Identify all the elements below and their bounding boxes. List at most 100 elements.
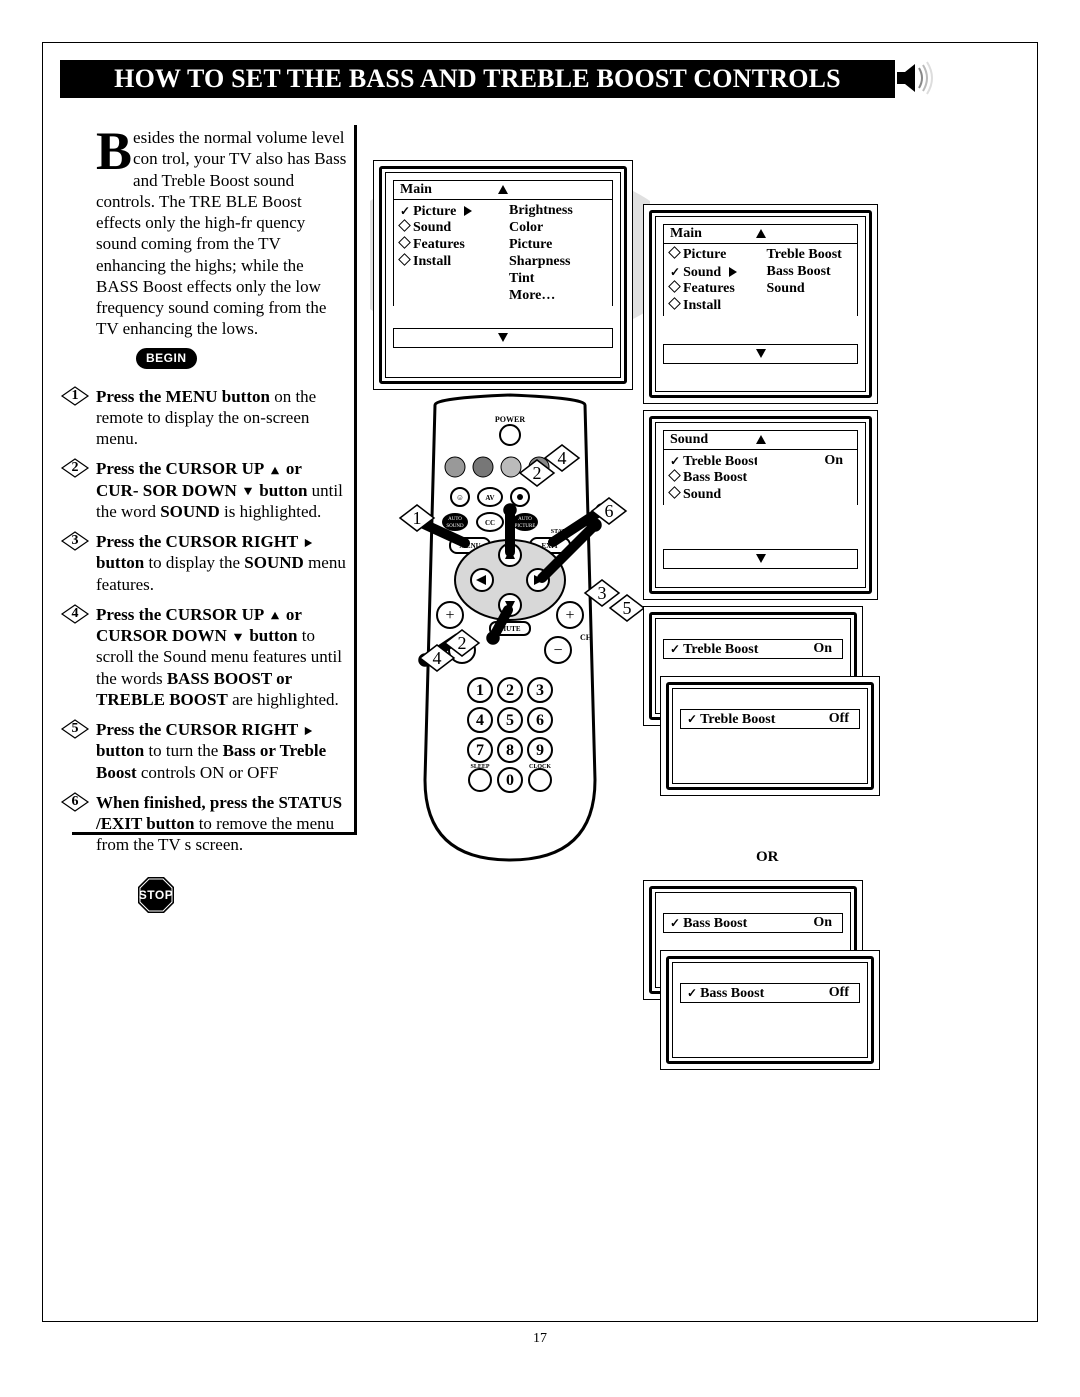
osd-item: Picture	[413, 204, 472, 219]
osd-item: Install	[683, 298, 721, 313]
check-icon	[687, 712, 700, 727]
diamond-bullet-icon	[670, 470, 683, 485]
osd-item: Bass Boost	[700, 986, 764, 1001]
svg-text:CLOCK: CLOCK	[529, 764, 551, 770]
step-6: 6 When finished, press the STATUS /EXIT …	[78, 792, 348, 856]
svg-text:+: +	[565, 607, 574, 624]
svg-text:AUTO: AUTO	[448, 517, 462, 522]
stop-label: STOP	[136, 875, 176, 915]
diamond-bullet-icon	[400, 254, 413, 269]
step-diamond-icon: 4	[60, 603, 90, 625]
svg-text:AUTO: AUTO	[518, 517, 532, 522]
step-diamond-icon: 2	[60, 457, 90, 479]
check-icon	[670, 916, 683, 931]
diamond-bullet-icon	[670, 487, 683, 502]
osd-main-picture: Main PictureBrightness SoundColor Featur…	[373, 160, 633, 390]
t: controls ON or OFF	[137, 763, 279, 782]
check-icon	[670, 454, 683, 469]
up-arrow-icon	[498, 185, 508, 194]
step-4: 4 Press the CURSOR UP or CURSOR DOWN but…	[78, 604, 348, 710]
osd-item: Treble Boost	[700, 712, 775, 727]
t: Press the CURSOR UP	[96, 605, 268, 624]
cursor-right-icon	[305, 539, 312, 547]
up-arrow-icon	[756, 435, 766, 444]
svg-text:CC: CC	[485, 519, 495, 527]
down-arrow-icon	[756, 349, 766, 358]
svg-text:☺: ☺	[456, 493, 464, 502]
check-icon	[670, 265, 683, 280]
svg-text:3: 3	[536, 682, 544, 699]
step-5: 5 Press the CURSOR RIGHT button to turn …	[78, 719, 348, 783]
svg-text:SOUND: SOUND	[446, 524, 464, 529]
osd-item: Treble Boost	[683, 642, 758, 657]
osd-main-sound: Main PictureTreble Boost SoundBass Boost…	[643, 204, 878, 404]
osd-item: Tint	[503, 270, 612, 287]
t: Press the CURSOR RIGHT	[96, 532, 302, 551]
step-diamond-icon: 5	[60, 718, 90, 740]
osd-bass-off: Bass Boost Off	[660, 950, 880, 1070]
osd-item: Features	[413, 237, 465, 252]
t: button	[245, 626, 302, 645]
check-icon	[670, 642, 683, 657]
page-title-bar: HOW TO SET THE BASS AND TREBLE BOOST CON…	[60, 60, 895, 98]
step-3: 3 Press the CURSOR RIGHT button to displ…	[78, 531, 348, 595]
diamond-bullet-icon	[670, 247, 683, 262]
svg-text:7: 7	[476, 742, 484, 759]
intro-text: esides the normal volume level con trol,…	[96, 128, 346, 338]
osd-item: Color	[503, 219, 612, 236]
page-title: HOW TO SET THE BASS AND TREBLE BOOST CON…	[114, 63, 841, 96]
svg-text:1: 1	[413, 508, 422, 528]
cursor-down-icon	[244, 488, 252, 495]
svg-text:4: 4	[433, 648, 442, 668]
t: to display the	[144, 553, 244, 572]
cursor-up-icon	[270, 612, 278, 619]
osd-item: Treble Boost	[683, 454, 756, 469]
osd-item: Treble Boost	[761, 246, 858, 263]
t: button	[96, 741, 144, 760]
svg-text:2: 2	[506, 682, 514, 699]
osd-item: Features	[683, 281, 735, 296]
osd-item: Picture	[503, 236, 612, 253]
svg-text:8: 8	[506, 742, 514, 759]
t: Press the CURSOR RIGHT	[96, 720, 302, 739]
svg-text:6: 6	[536, 712, 544, 729]
svg-text:3: 3	[598, 583, 607, 603]
cursor-up-icon	[270, 467, 278, 474]
osd-sound-menu: Sound Treble BoostOn Bass Boost Sound	[643, 410, 878, 600]
osd-treble-off: Treble Boost Off	[660, 676, 880, 796]
osd-item: Sound	[683, 487, 721, 502]
t: are highlighted.	[228, 690, 339, 709]
osd-item: Sharpness	[503, 253, 612, 270]
t: SOUND	[244, 553, 304, 572]
svg-text:POWER: POWER	[495, 415, 525, 424]
osd-item: Picture	[683, 247, 726, 262]
svg-text:2: 2	[533, 463, 542, 483]
diamond-bullet-icon	[670, 281, 683, 296]
osd-item: Bass Boost	[683, 916, 747, 931]
osd-item: Sound	[761, 280, 858, 297]
down-arrow-icon	[498, 333, 508, 342]
osd-title: Sound	[664, 431, 749, 449]
diamond-bullet-icon	[400, 237, 413, 252]
osd-value: On	[803, 640, 842, 658]
osd-item: Bass Boost	[761, 263, 858, 280]
t: to turn the	[144, 741, 222, 760]
t: button	[255, 481, 307, 500]
osd-value: On	[757, 452, 858, 469]
svg-text:4: 4	[476, 712, 484, 729]
speaker-icon	[895, 58, 935, 103]
svg-text:CH: CH	[580, 633, 593, 642]
svg-text:0: 0	[506, 772, 514, 789]
osd-value: Off	[819, 984, 859, 1002]
stop-icon: STOP	[136, 875, 176, 915]
svg-text:−: −	[553, 642, 562, 659]
begin-label: BEGIN	[136, 348, 197, 369]
osd-value: Off	[819, 710, 859, 728]
intro-paragraph: B esides the normal volume level con tro…	[96, 127, 348, 340]
step-2: 2 Press the CURSOR UP or CUR- SOR DOWN b…	[78, 458, 348, 522]
step-1-bold: Press the MENU button	[96, 387, 270, 406]
svg-text:PICTURE: PICTURE	[515, 524, 536, 529]
osd-item: Sound	[413, 220, 451, 235]
svg-text:4: 4	[558, 448, 567, 468]
page-number: 17	[0, 1330, 1080, 1348]
